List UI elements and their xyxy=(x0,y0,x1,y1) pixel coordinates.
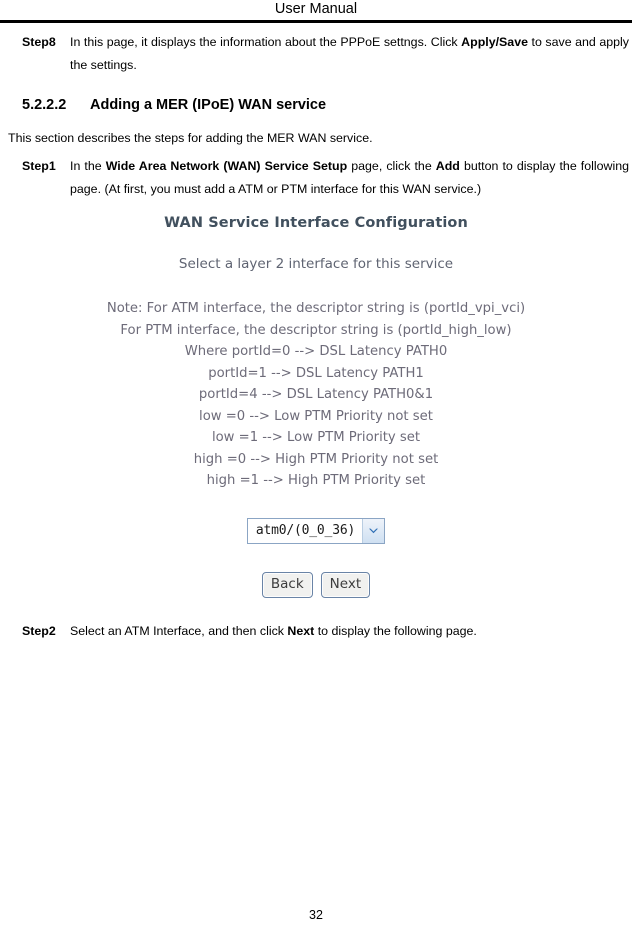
wan-config-title: WAN Service Interface Configuration xyxy=(164,215,468,231)
step-1-body: In the Wide Area Network (WAN) Service S… xyxy=(70,159,629,196)
next-button[interactable]: Next xyxy=(320,571,371,598)
chevron-down-icon[interactable] xyxy=(362,518,385,543)
section-heading: 5.2.2.2 Adding a MER (IPoE) WAN service xyxy=(0,95,632,115)
note-line: high =0 --> High PTM Priority not set xyxy=(193,451,439,467)
note-line: For PTM interface, the descriptor string… xyxy=(120,322,512,338)
note-line: Where portId=0 --> DSL Latency PATH0 xyxy=(184,344,448,359)
note-line: low =1 --> Low PTM Priority set xyxy=(211,430,421,445)
note-line: low =0 --> Low PTM Priority not set xyxy=(199,408,433,424)
page-number: 32 xyxy=(309,908,323,922)
section-intro: This section describes the steps for add… xyxy=(8,131,373,145)
step-8-label: Step8 xyxy=(22,35,56,49)
layer2-interface-select[interactable]: atm0/(0_0_36) xyxy=(246,517,386,544)
step-2: Step2 Select an ATM Interface, and then … xyxy=(0,620,632,643)
note-line: portId=1 --> DSL Latency PATH1 xyxy=(208,365,424,381)
manual-title: User Manual xyxy=(274,1,358,17)
wan-config-buttons: Back Next xyxy=(26,571,606,598)
note-line: portId=4 --> DSL Latency PATH0&1 xyxy=(198,387,434,402)
layer2-interface-select-row: atm0/(0_0_36) xyxy=(26,517,606,544)
header-divider xyxy=(0,20,632,23)
section-title: Adding a MER (IPoE) WAN service xyxy=(90,97,327,113)
step-2-label: Step2 xyxy=(22,623,56,638)
embedded-router-screenshot: WAN Service Interface Configuration Sele… xyxy=(26,207,606,598)
wan-config-subtitle: Select a layer 2 interface for this serv… xyxy=(178,256,454,272)
note-line: high =1 --> High PTM Priority set xyxy=(206,473,426,488)
layer2-interface-select-value: atm0/(0_0_36) xyxy=(255,523,356,538)
step-8-body: In this page, it displays the informatio… xyxy=(70,35,630,72)
section-number: 5.2.2.2 xyxy=(22,97,67,113)
wan-config-note: Note: For ATM interface, the descriptor … xyxy=(26,298,606,492)
step-1: Step1 In the Wide Area Network (WAN) Ser… xyxy=(0,155,632,201)
back-button[interactable]: Back xyxy=(261,571,313,598)
page-header: User Manual xyxy=(0,0,632,23)
note-line: Note: For ATM interface, the descriptor … xyxy=(106,301,526,316)
step-8: Step8 In this page, it displays the info… xyxy=(0,31,632,77)
step-1-label: Step1 xyxy=(22,159,56,173)
step-2-body: Select an ATM Interface, and then click … xyxy=(70,623,477,638)
